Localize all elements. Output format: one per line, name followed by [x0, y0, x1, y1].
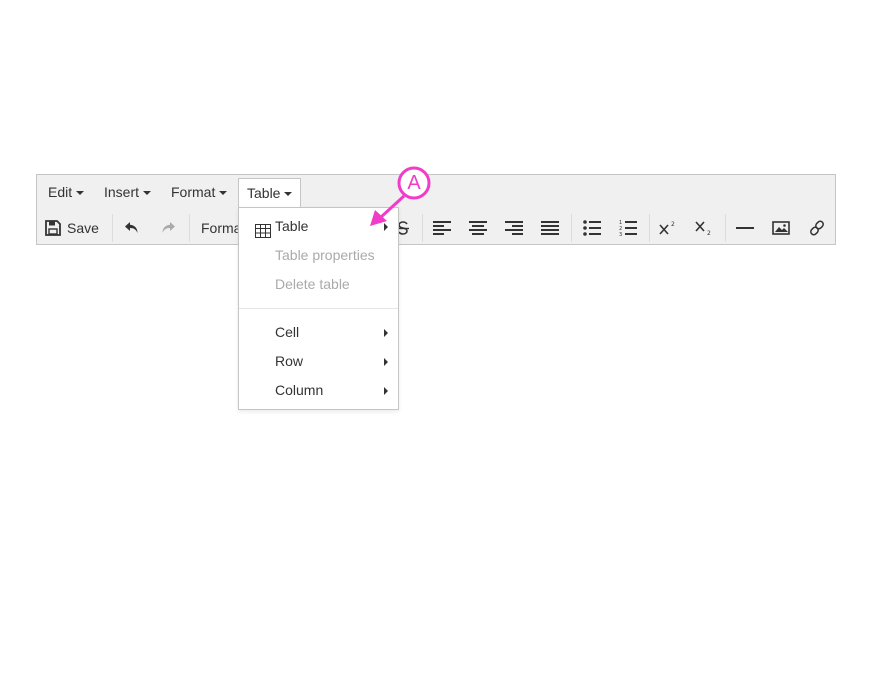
- chevron-right-icon: [384, 329, 388, 337]
- link-icon: [809, 220, 825, 236]
- formats-label: Formats: [201, 220, 241, 236]
- align-center-icon: [469, 220, 487, 236]
- menu-format[interactable]: Format: [163, 178, 235, 207]
- menubar: Edit Insert Format Table: [37, 175, 835, 210]
- table-dropdown-menu: Table Table properties Delete table Cell…: [238, 207, 399, 410]
- align-center-button[interactable]: [467, 215, 489, 241]
- menu-table-label: Table: [247, 185, 281, 201]
- menu-item-table-properties: Table properties: [239, 241, 398, 270]
- menu-item-column[interactable]: Column: [239, 376, 398, 405]
- superscript-button[interactable]: 2: [657, 215, 679, 241]
- menu-item-row-label: Row: [275, 353, 304, 369]
- callout-label: A: [407, 172, 421, 194]
- subscript-icon: 2: [695, 220, 713, 236]
- menu-item-row[interactable]: Row: [239, 347, 398, 376]
- chevron-down-icon: [76, 191, 85, 196]
- svg-text:3: 3: [619, 232, 622, 237]
- menu-edit[interactable]: Edit: [40, 178, 92, 207]
- numbered-list-button[interactable]: 123: [617, 215, 639, 241]
- toolbar-divider: [112, 214, 113, 242]
- menu-item-delete-table: Delete table: [239, 270, 398, 299]
- align-right-button[interactable]: [503, 215, 525, 241]
- menu-format-label: Format: [171, 184, 216, 200]
- undo-icon: [124, 221, 140, 235]
- formats-dropdown[interactable]: Formats: [201, 215, 241, 241]
- bullet-list-button[interactable]: [581, 215, 603, 241]
- align-justify-button[interactable]: [539, 215, 561, 241]
- toolbar-divider: [649, 214, 650, 242]
- align-left-button[interactable]: [431, 215, 453, 241]
- menu-item-delete-table-label: Delete table: [275, 276, 350, 292]
- bullet-list-icon: [583, 220, 601, 236]
- chevron-right-icon: [384, 358, 388, 366]
- align-right-icon: [505, 220, 523, 236]
- menu-item-table-label: Table: [275, 218, 309, 234]
- menu-divider: [239, 308, 398, 309]
- redo-icon: [160, 221, 176, 235]
- chevron-right-icon: [384, 223, 388, 231]
- save-button[interactable]: Save: [45, 215, 105, 241]
- svg-text:2: 2: [707, 230, 711, 236]
- chevron-right-icon: [384, 387, 388, 395]
- chevron-down-icon: [284, 192, 293, 197]
- editor-container: Edit Insert Format Table Save Forma 1 2 …: [36, 174, 836, 245]
- annotation-overlay: [370, 166, 431, 226]
- image-icon: [772, 220, 790, 236]
- chevron-down-icon: [219, 191, 228, 196]
- menu-item-cell-label: Cell: [275, 324, 300, 340]
- save-icon: [45, 220, 61, 236]
- horizontal-rule-button[interactable]: [734, 215, 756, 241]
- redo-button[interactable]: [157, 215, 179, 241]
- menu-insert-label: Insert: [104, 184, 140, 200]
- toolbar-divider: [725, 214, 726, 242]
- menu-edit-label: Edit: [48, 184, 73, 200]
- link-button[interactable]: [806, 215, 828, 241]
- toolbar-divider: [571, 214, 572, 242]
- save-label: Save: [67, 220, 99, 236]
- undo-button[interactable]: [121, 215, 143, 241]
- chevron-down-icon: [143, 191, 152, 196]
- superscript-icon: 2: [659, 220, 677, 236]
- svg-text:2: 2: [671, 221, 675, 228]
- menu-item-column-label: Column: [275, 382, 324, 398]
- menu-insert[interactable]: Insert: [96, 178, 159, 207]
- numbered-list-icon: 123: [619, 219, 637, 237]
- menu-item-table-properties-label: Table properties: [275, 247, 375, 263]
- toolbar-divider: [189, 214, 190, 242]
- subscript-button[interactable]: 2: [693, 215, 715, 241]
- menu-item-cell[interactable]: Cell: [239, 318, 398, 347]
- align-left-icon: [433, 220, 451, 236]
- menu-item-table[interactable]: Table: [239, 212, 398, 241]
- toolbar-divider: [422, 214, 423, 242]
- image-button[interactable]: [770, 215, 792, 241]
- horizontal-rule-icon: [736, 226, 754, 230]
- align-justify-icon: [541, 220, 559, 236]
- toolbar: Save Formats: [37, 210, 835, 245]
- menu-table[interactable]: Table: [238, 178, 302, 208]
